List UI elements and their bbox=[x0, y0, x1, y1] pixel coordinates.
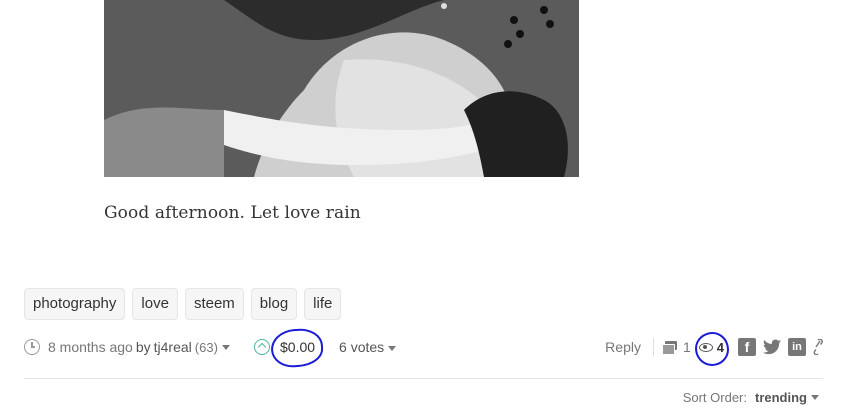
share-icons: f in bbox=[738, 338, 823, 356]
post-image bbox=[104, 0, 579, 177]
link-icon[interactable] bbox=[813, 338, 823, 356]
views-counter: 4 bbox=[694, 331, 729, 366]
facebook-icon[interactable]: f bbox=[738, 338, 756, 356]
linkedin-icon[interactable]: in bbox=[788, 338, 806, 356]
tag-life[interactable]: life bbox=[304, 288, 342, 320]
votes-count[interactable]: 6 votes bbox=[339, 339, 397, 355]
divider bbox=[652, 338, 654, 356]
post-body-text: Good afternoon. Let love rain bbox=[104, 203, 361, 223]
payout-value[interactable]: $0.00 bbox=[269, 327, 325, 369]
reply-link[interactable]: Reply bbox=[605, 339, 641, 355]
sort-caret-icon[interactable] bbox=[811, 395, 819, 400]
author-reputation: (63) bbox=[194, 339, 218, 355]
twitter-icon[interactable] bbox=[763, 338, 781, 356]
tag-love[interactable]: love bbox=[132, 288, 178, 320]
votes-caret-icon bbox=[388, 345, 397, 351]
by-label: by bbox=[135, 339, 151, 355]
payout-amount: $0.00 bbox=[280, 339, 316, 355]
author-link[interactable]: tj4real bbox=[154, 339, 192, 355]
eye-icon bbox=[698, 342, 713, 352]
sort-order-select[interactable]: trending bbox=[755, 390, 807, 405]
comments-icon[interactable] bbox=[661, 340, 677, 355]
post-time[interactable]: 8 months ago bbox=[48, 339, 133, 355]
views-count: 4 bbox=[716, 339, 724, 355]
votes-label: 6 votes bbox=[339, 339, 385, 355]
tag-list: photography love steem blog life bbox=[24, 288, 342, 320]
tag-steem[interactable]: steem bbox=[184, 288, 244, 320]
clock-icon bbox=[24, 339, 40, 355]
upvote-icon[interactable] bbox=[254, 339, 270, 355]
comments-count[interactable]: 1 bbox=[683, 339, 691, 355]
author-menu-caret-icon[interactable] bbox=[221, 344, 230, 350]
vote-area: $0.00 6 votes bbox=[254, 327, 397, 369]
post-footer: 8 months ago by tj4real (63) $0.00 6 vot… bbox=[24, 327, 823, 369]
footer-divider bbox=[24, 378, 823, 379]
post-actions: Reply 1 4 f in bbox=[605, 331, 823, 366]
post-info: 8 months ago by tj4real (63) bbox=[24, 335, 230, 359]
sort-order-label: Sort Order: bbox=[682, 390, 747, 405]
tag-photography[interactable]: photography bbox=[24, 288, 126, 320]
sort-order: Sort Order: trending bbox=[683, 390, 819, 405]
tag-blog[interactable]: blog bbox=[250, 288, 298, 320]
